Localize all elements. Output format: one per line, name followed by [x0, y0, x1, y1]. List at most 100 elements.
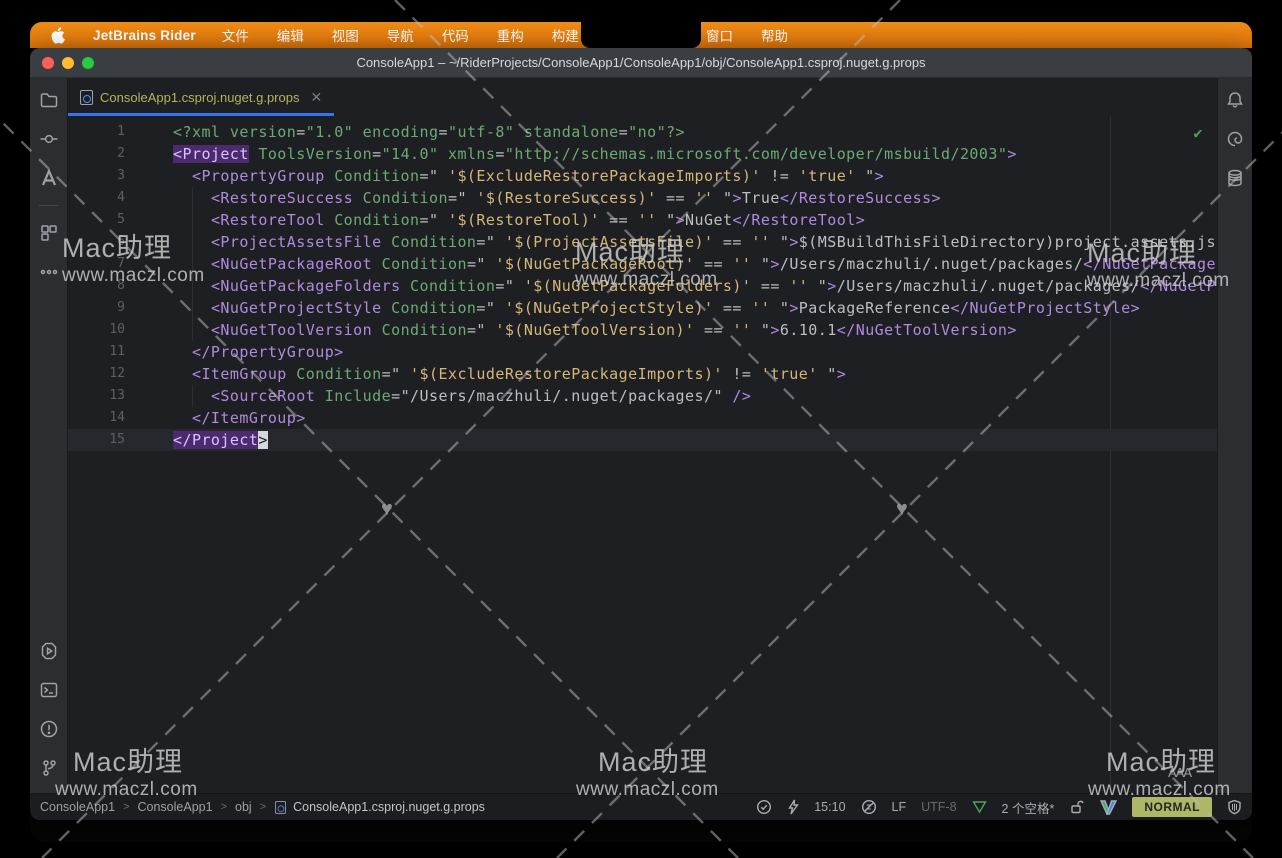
terminal-icon[interactable] [35, 676, 63, 704]
breadcrumb-file[interactable]: ConsoleApp1.csproj.nuget.g.props [274, 800, 485, 815]
block-cursor: > [258, 431, 267, 449]
menu-item[interactable]: 文件 [208, 25, 263, 45]
green-triangle-icon[interactable] [972, 800, 987, 814]
code-text: </Project> [125, 429, 268, 451]
line-number[interactable]: 2 [68, 143, 125, 165]
code-editor[interactable]: ✔ 1<?xml version="1.0" encoding="utf-8" … [68, 116, 1217, 793]
notifications-bell-icon[interactable] [1221, 86, 1249, 114]
code-line[interactable]: 4 <RestoreSuccess Condition=" '$(Restore… [68, 187, 1217, 209]
editor-tab-bar: ConsoleApp1.csproj.nuget.g.props ✕ [68, 78, 1217, 116]
project-folder-icon[interactable] [35, 86, 63, 114]
menu-app-name[interactable]: JetBrains Rider [81, 28, 208, 43]
code-token [325, 211, 334, 229]
check-circle-icon[interactable] [756, 799, 772, 815]
letter-a-icon[interactable] [35, 164, 63, 192]
menu-item[interactable]: 帮助 [747, 25, 802, 45]
code-line[interactable]: 12 <ItemGroup Condition=" '$(ExcludeRest… [68, 363, 1217, 385]
code-line[interactable]: 13 <SourceRoot Include="/Users/maczhuli/… [68, 385, 1217, 407]
code-line[interactable]: 8 <NuGetPackageFolders Condition=" '$(Nu… [68, 275, 1217, 297]
code-line[interactable]: 7 <NuGetPackageRoot Condition=" '$(NuGet… [68, 253, 1217, 275]
code-token: > [789, 233, 798, 251]
tab-consoleapp1-props[interactable]: ConsoleApp1.csproj.nuget.g.props ✕ [68, 78, 334, 116]
code-line[interactable]: 9 <NuGetProjectStyle Condition=" '$(NuGe… [68, 297, 1217, 319]
menu-item[interactable]: 编辑 [263, 25, 318, 45]
file-encoding[interactable]: UTF-8 [921, 800, 956, 814]
code-line[interactable]: 5 <RestoreTool Condition=" '$(RestoreToo… [68, 209, 1217, 231]
code-line[interactable]: 6 <ProjectAssetsFile Condition=" '$(Proj… [68, 231, 1217, 253]
tab-close-icon[interactable]: ✕ [310, 89, 322, 106]
code-token: =" [495, 277, 523, 295]
code-token: <NuGetPackageFolders [211, 277, 401, 295]
window-title-bar[interactable]: ConsoleApp1 – ~/RiderProjects/ConsoleApp… [30, 48, 1252, 78]
close-window-button[interactable] [42, 57, 54, 69]
code-text: </PropertyGroup> [125, 341, 344, 363]
line-number[interactable]: 8 [68, 275, 125, 297]
minimize-window-button[interactable] [62, 57, 74, 69]
code-text: <NuGetPackageFolders Condition=" '$(NuGe… [125, 275, 1217, 297]
menu-item[interactable]: 导航 [373, 25, 428, 45]
line-number[interactable]: 6 [68, 231, 125, 253]
ideavim-icon[interactable] [1100, 800, 1117, 815]
code-text: <NuGetPackageRoot Condition=" '$(NuGetPa… [125, 253, 1217, 275]
line-number[interactable]: 1 [68, 121, 125, 143]
line-number[interactable]: 12 [68, 363, 125, 385]
menu-item[interactable]: 视图 [318, 25, 373, 45]
line-number[interactable]: 5 [68, 209, 125, 231]
database-icon[interactable] [1221, 164, 1249, 192]
line-number[interactable]: 11 [68, 341, 125, 363]
code-token: </PropertyGroup> [192, 343, 344, 361]
code-token: <ItemGroup [192, 365, 287, 383]
apple-menu-icon[interactable] [30, 27, 81, 44]
lightning-icon[interactable] [787, 799, 799, 815]
line-number[interactable]: 4 [68, 187, 125, 209]
code-line[interactable]: 11 </PropertyGroup> [68, 341, 1217, 363]
zoom-window-button[interactable] [82, 57, 94, 69]
caret-position[interactable]: 15:10 [814, 800, 845, 814]
line-number[interactable]: 15 [68, 429, 125, 451]
code-token: =" [467, 321, 495, 339]
menu-item[interactable]: 代码 [428, 25, 483, 45]
tool-windows-squares-icon[interactable] [35, 219, 63, 247]
version-control-icon[interactable] [35, 754, 63, 782]
commit-icon[interactable] [35, 125, 63, 153]
code-line[interactable]: 2<Project ToolsVersion="14.0" xmlns="htt… [68, 143, 1217, 165]
line-number[interactable]: 13 [68, 385, 125, 407]
code-line[interactable]: 3 <PropertyGroup Condition=" '$(ExcludeR… [68, 165, 1217, 187]
breadcrumb-item[interactable]: ConsoleApp1 [40, 800, 115, 814]
code-token: = [296, 123, 305, 141]
code-token: NuGet [685, 211, 732, 229]
code-token: " [770, 299, 789, 317]
code-token: > [827, 277, 836, 295]
run-services-icon[interactable] [35, 637, 63, 665]
more-tool-windows-icon[interactable] [35, 258, 63, 286]
code-line[interactable]: 10 <NuGetToolVersion Condition=" '$(NuGe… [68, 319, 1217, 341]
highlighting-off-icon[interactable] [861, 799, 877, 815]
indent-info[interactable]: 2 个空格* [1002, 798, 1055, 817]
line-number[interactable]: 9 [68, 297, 125, 319]
line-number[interactable]: 14 [68, 407, 125, 429]
code-token [173, 167, 192, 185]
breadcrumb-item[interactable]: obj [235, 800, 252, 814]
code-line[interactable]: 1<?xml version="1.0" encoding="utf-8" st… [68, 121, 1217, 143]
shield-icon[interactable] [1227, 799, 1242, 815]
code-token: > [837, 365, 846, 383]
code-token: Condition [382, 321, 467, 339]
code-line[interactable]: 15</Project> [68, 429, 1217, 451]
code-token: > [1007, 145, 1016, 163]
line-number[interactable]: 10 [68, 319, 125, 341]
breadcrumb-item[interactable]: ConsoleApp1 [138, 800, 213, 814]
line-number[interactable]: 7 [68, 253, 125, 275]
line-separator[interactable]: LF [892, 800, 907, 814]
code-line[interactable]: 14 </ItemGroup> [68, 407, 1217, 429]
problems-icon[interactable] [35, 715, 63, 743]
ai-assistant-icon[interactable] [1221, 125, 1249, 153]
vim-mode-badge[interactable]: NORMAL [1132, 797, 1212, 817]
code-token: "utf-8" [448, 123, 514, 141]
menu-item[interactable]: 重构 [483, 25, 538, 45]
code-token: Condition [334, 211, 419, 229]
code-token: '' [732, 321, 751, 339]
line-number[interactable]: 3 [68, 165, 125, 187]
unlocked-padlock-icon[interactable] [1069, 799, 1085, 815]
code-text: <ProjectAssetsFile Condition=" '$(Projec… [125, 231, 1217, 253]
code-token: > [875, 167, 884, 185]
